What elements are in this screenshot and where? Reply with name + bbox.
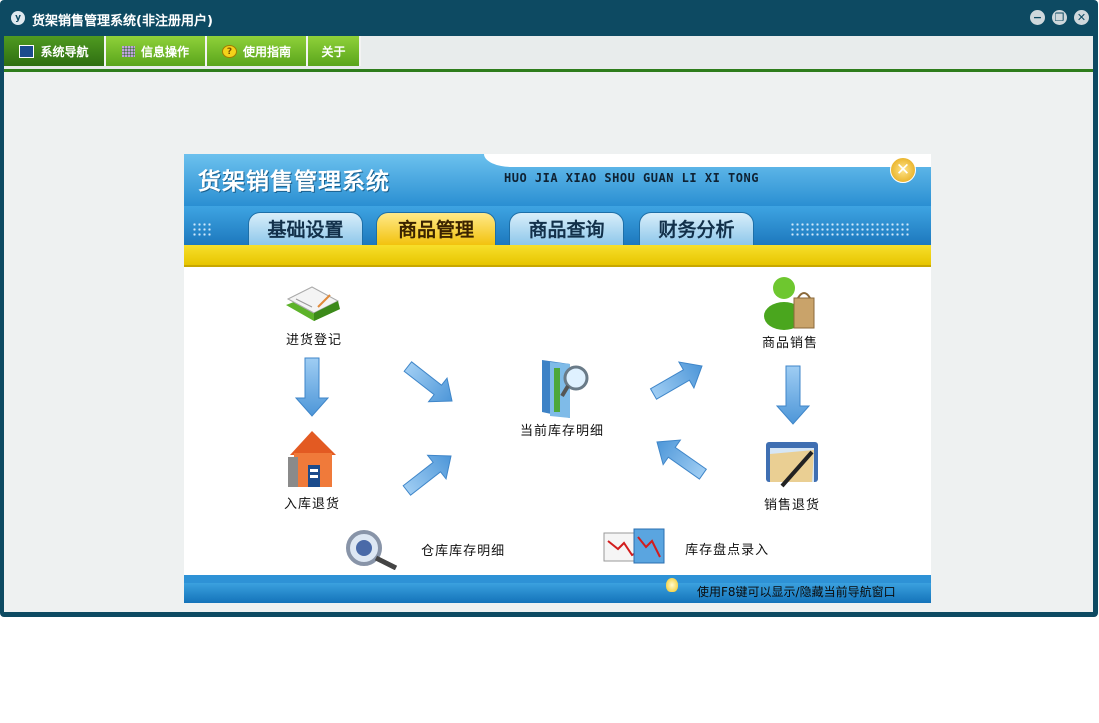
- window-title: 货架销售管理系统(非注册用户): [32, 14, 213, 29]
- arrow-right-down-icon: [403, 361, 453, 403]
- title-bar[interactable]: y 货架销售管理系统(非注册用户) − ❐ ✕: [0, 0, 1098, 36]
- menu-label: 系统导航: [40, 44, 89, 59]
- monitor-icon: [19, 44, 35, 58]
- node-inventory-check[interactable]: 库存盘点录入: [602, 527, 802, 569]
- help-icon: ?: [221, 44, 237, 58]
- node-label: 销售退货: [763, 498, 820, 513]
- arrow-down-icon: [294, 357, 330, 417]
- book-icon: [286, 286, 340, 321]
- footer-hint: 使用F8键可以显示/隐藏当前导航窗口: [697, 585, 896, 599]
- menu-about[interactable]: 关于: [308, 36, 361, 66]
- menu-system-navigation[interactable]: 系统导航: [4, 36, 106, 66]
- nav-footer: 使用F8键可以显示/隐藏当前导航窗口: [184, 575, 931, 603]
- app-logo-icon: y: [11, 11, 25, 25]
- node-label: 入库退货: [283, 497, 340, 512]
- node-sales-return[interactable]: 销售退货: [752, 434, 832, 513]
- arrow-right-up-icon: [402, 454, 452, 496]
- node-warehouse-stock[interactable]: 仓库库存明细: [342, 528, 522, 570]
- folder-pen-icon: [766, 442, 818, 488]
- menu-label: 使用指南: [242, 44, 291, 59]
- node-label: 库存盘点录入: [685, 542, 770, 558]
- menu-label: 关于: [321, 44, 346, 59]
- binder-search-icon: [542, 360, 589, 418]
- arrow-right-up-icon: [649, 361, 703, 400]
- navigation-panel: 货架销售管理系统 HUO JIA XIAO SHOU GUAN LI XI TO…: [184, 154, 931, 603]
- monitor-chart-icon: [603, 528, 665, 564]
- node-label: 进货登记: [285, 333, 342, 348]
- menu-bar: 系统导航 信息操作 ? 使用指南 关于: [4, 36, 1093, 72]
- node-label: 当前库存明细: [519, 424, 604, 439]
- menu-label: 信息操作: [140, 44, 189, 59]
- menu-info-operations[interactable]: 信息操作: [106, 36, 207, 66]
- lightbulb-icon: [666, 578, 678, 592]
- house-icon: [288, 431, 336, 487]
- node-current-stock[interactable]: 当前库存明细: [502, 354, 622, 439]
- grid-icon: [121, 45, 135, 57]
- node-purchase-register[interactable]: 进货登记: [279, 277, 349, 348]
- arrow-left-up-icon: [656, 439, 708, 480]
- node-warehouse-return[interactable]: 入库退货: [272, 427, 352, 512]
- arrow-down-icon: [775, 365, 811, 425]
- minimize-button[interactable]: −: [1030, 10, 1045, 25]
- magnifier-icon: [346, 530, 398, 570]
- node-label: 仓库库存明细: [421, 543, 506, 559]
- user-shopping-icon: [764, 277, 815, 330]
- node-label: 商品销售: [761, 336, 818, 351]
- footer-decoration: [184, 575, 931, 583]
- restore-button[interactable]: ❐: [1052, 10, 1067, 25]
- node-product-sales[interactable]: 商品销售: [750, 274, 830, 351]
- menu-user-guide[interactable]: ? 使用指南: [207, 36, 308, 66]
- close-window-button[interactable]: ✕: [1074, 10, 1089, 25]
